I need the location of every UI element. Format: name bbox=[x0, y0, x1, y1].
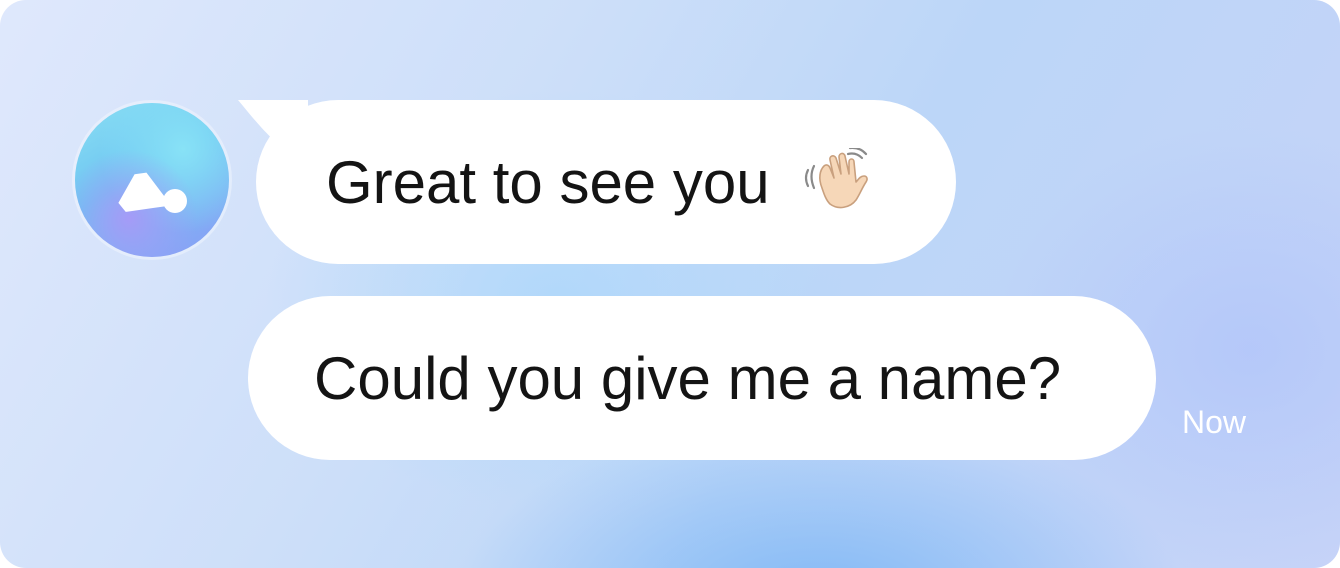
chat-card: Great to see you Could you give me a nam… bbox=[0, 0, 1340, 568]
assistant-logo-icon bbox=[118, 172, 187, 213]
avatar bbox=[75, 103, 229, 257]
message-text: Could you give me a name? bbox=[314, 344, 1062, 412]
message-bubble-question: Could you give me a name? bbox=[248, 296, 1156, 460]
message-text: Great to see you bbox=[326, 148, 770, 216]
waving-hand-icon bbox=[802, 146, 870, 216]
message-timestamp: Now bbox=[1182, 404, 1247, 440]
message-bubble-greeting: Great to see you bbox=[256, 100, 956, 264]
